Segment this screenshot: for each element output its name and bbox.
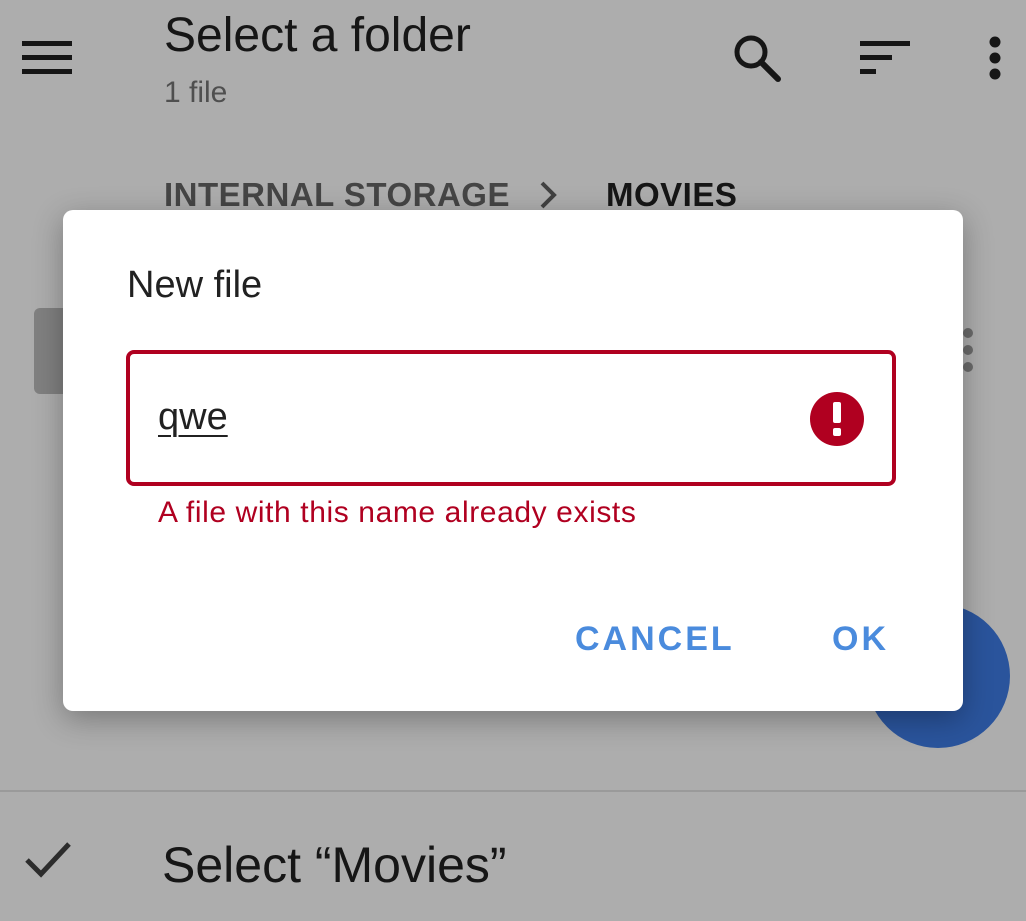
dialog-title: New file (127, 264, 263, 306)
new-file-dialog: New file qwe A file with this name alrea… (63, 210, 963, 711)
file-name-field[interactable]: qwe (126, 350, 896, 486)
ok-button[interactable]: OK (832, 620, 889, 659)
screen: Select a folder 1 file INTERNAL STORAGE … (0, 0, 1026, 921)
file-name-input-value[interactable]: qwe (158, 396, 228, 439)
error-icon (810, 392, 864, 446)
cancel-button[interactable]: CANCEL (575, 620, 735, 659)
error-message: A file with this name already exists (158, 496, 637, 529)
